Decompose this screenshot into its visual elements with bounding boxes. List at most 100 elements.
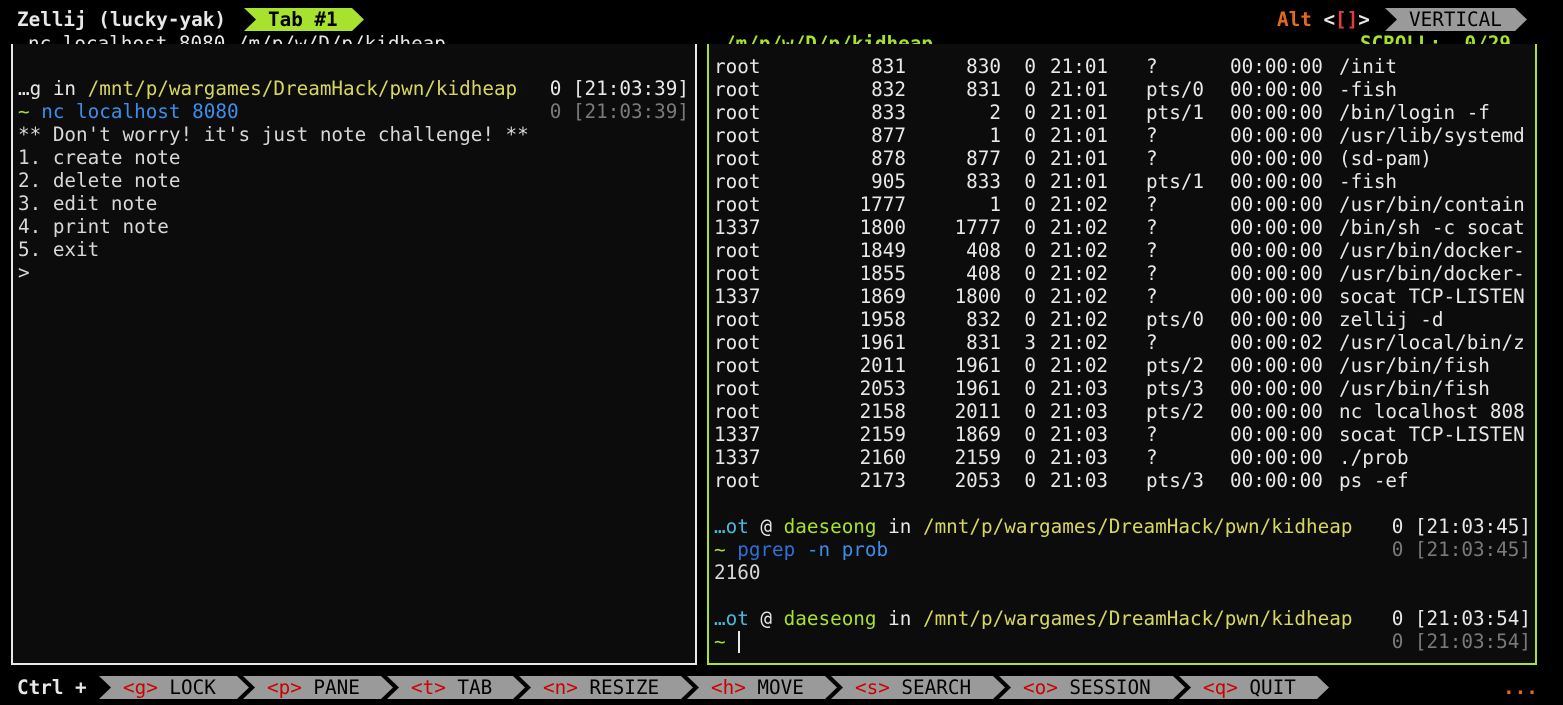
ps-cmd: /usr/bin/docker-	[1339, 239, 1525, 262]
ps-tty: ?	[1146, 124, 1158, 147]
input-prompt[interactable]: >	[18, 261, 30, 284]
ps-stime: 21:02	[1050, 239, 1109, 262]
ps-c: 0	[1024, 124, 1036, 147]
ps-cmd: /usr/bin/contain	[1339, 193, 1525, 216]
output-line: 5. exit	[18, 238, 100, 261]
ps-tty: pts/3	[1146, 469, 1205, 492]
in-word: in	[876, 515, 923, 538]
output-line: 1. create note	[18, 146, 181, 169]
key-hint-label: <p> PANE	[267, 676, 360, 699]
ps-row: root 2053 1961 0 21:03 pts/3 00:00:00/usr/bin/…	[709, 377, 1535, 400]
ps-stime: 21:02	[1050, 216, 1109, 239]
key-hint-key: <n>	[543, 676, 578, 699]
ps-tty: pts/0	[1146, 308, 1205, 331]
ps-row: 1337 1869 1800 0 21:02? 00:00:00 socat TCP-LIS…	[709, 285, 1535, 308]
right-pane[interactable]: root 831 830 0 21:01? 00:00:00/init root 832 831…	[707, 44, 1537, 665]
ps-stime: 21:01	[1050, 55, 1109, 78]
ps-uid: root	[714, 147, 761, 170]
ps-tty: pts/1	[1146, 101, 1205, 124]
key-hint-action: LOCK	[157, 676, 216, 699]
output-line: 2. delete note	[18, 169, 181, 192]
ps-uid: root	[714, 377, 761, 400]
ps-cmd: nc localhost 808	[1339, 400, 1525, 423]
right-command-line-2[interactable]: ~	[714, 630, 726, 653]
user-prefix: …ot	[714, 515, 749, 538]
ps-time: 00:00:00	[1230, 124, 1323, 147]
ps-time: 00:00:00	[1230, 285, 1323, 308]
ps-time: 00:00:00	[1230, 354, 1323, 377]
ps-cmd: /usr/bin/fish	[1339, 377, 1490, 400]
ps-row: root 1777 1 0 21:02? 00:00:00/usr/bin/contain	[709, 193, 1535, 216]
ps-uid: root	[714, 170, 761, 193]
ps-c: 0	[1024, 377, 1036, 400]
ps-c: 0	[1024, 170, 1036, 193]
right-command-status-2: 0 [21:03:54]	[1391, 630, 1531, 653]
ps-time: 00:00:00	[1230, 55, 1323, 78]
ps-time: 00:00:00	[1230, 78, 1323, 101]
ps-uid: root	[714, 78, 761, 101]
ps-uid: root	[714, 262, 761, 285]
ps-tty: ?	[1146, 55, 1158, 78]
ps-ppid: 408	[966, 239, 1001, 262]
ps-pid: 1777	[859, 193, 906, 216]
ps-tty: ?	[1146, 239, 1158, 262]
command-output: 2160	[714, 561, 761, 584]
ps-tty: pts/2	[1146, 400, 1205, 423]
ps-uid: root	[714, 55, 761, 78]
ps-c: 0	[1024, 262, 1036, 285]
ps-uid: root	[714, 469, 761, 492]
ps-ppid: 1800	[954, 285, 1001, 308]
brackets-label: []	[1335, 8, 1359, 31]
ctrl-label: Ctrl +	[17, 676, 87, 699]
ps-row: root 2158 2011 0 21:03 pts/2 00:00:00 nc localh…	[709, 400, 1535, 423]
ps-row: root 877 1 0 21:01? 00:00:00/usr/lib/systemd	[709, 124, 1535, 147]
output-line: ** Don't worry! it's just note challenge…	[18, 123, 529, 146]
ps-stime: 21:02	[1050, 331, 1109, 354]
prompt-path: /mnt/p/wargames/DreamHack/pwn/kidheap	[922, 515, 1353, 538]
key-hint-key: <g>	[123, 676, 158, 699]
tilde: ~	[714, 630, 726, 653]
ps-stime: 21:02	[1050, 193, 1109, 216]
ps-cmd: -fish	[1339, 170, 1398, 193]
ps-tty: ?	[1146, 262, 1158, 285]
ps-tty: ?	[1146, 446, 1158, 469]
ps-cmd: ps -ef	[1339, 469, 1409, 492]
ps-row: root 833 2 0 21:01 pts/1 00:00:00/bin/login -f	[709, 101, 1535, 124]
left-pane[interactable]: …g in /mnt/p/wargames/DreamHack/pwn/kidh…	[11, 44, 697, 665]
ps-uid: root	[714, 124, 761, 147]
ps-tty: ?	[1146, 285, 1158, 308]
ps-time: 00:00:00	[1230, 308, 1323, 331]
ps-cmd: /usr/bin/fish	[1339, 354, 1490, 377]
ps-c: 0	[1024, 78, 1036, 101]
user-prefix: …ot	[714, 607, 749, 630]
prompt-path: /mnt/p/wargames/DreamHack/pwn/kidheap	[87, 77, 518, 100]
ps-tty: ?	[1146, 331, 1158, 354]
ps-time: 00:00:00	[1230, 101, 1323, 124]
ps-ppid: 2159	[954, 446, 1001, 469]
ps-pid: 1958	[859, 308, 906, 331]
ps-pid: 1800	[859, 216, 906, 239]
ps-stime: 21:02	[1050, 354, 1109, 377]
at-sign: @	[748, 515, 784, 538]
key-hint-key: <p>	[267, 676, 302, 699]
prompt-path: /mnt/p/wargames/DreamHack/pwn/kidheap	[922, 607, 1353, 630]
ps-tty: ?	[1146, 423, 1158, 446]
ps-row: 1337 2160 2159 0 21:03? 00:00:00 ./prob	[709, 446, 1535, 469]
ps-cmd: -fish	[1339, 78, 1398, 101]
key-hint-action: TAB	[445, 676, 493, 699]
ps-row: 1337 1800 1777 0 21:02? 00:00:00/bin/sh -c so…	[709, 216, 1535, 239]
ps-uid: 1337	[714, 216, 761, 239]
output-line: 4. print note	[18, 215, 169, 238]
ps-stime: 21:02	[1050, 262, 1109, 285]
ps-ppid: 1777	[954, 216, 1001, 239]
left-prompt-status: 0 [21:03:39]	[549, 77, 689, 100]
ps-pid: 878	[871, 147, 906, 170]
ps-ppid: 1	[989, 124, 1001, 147]
ps-ppid: 833	[966, 170, 1001, 193]
ps-time: 00:00:00	[1230, 147, 1323, 170]
session-name: Zellij (lucky-yak)	[17, 8, 226, 31]
ps-tty: pts/2	[1146, 354, 1205, 377]
key-hint-action: SESSION	[1057, 676, 1151, 699]
ps-tty: ?	[1146, 216, 1158, 239]
zellij-status-bar: Ctrl + <g> LOCK <p> PANE <t> TAB <n> RESIZE…	[0, 676, 1563, 699]
